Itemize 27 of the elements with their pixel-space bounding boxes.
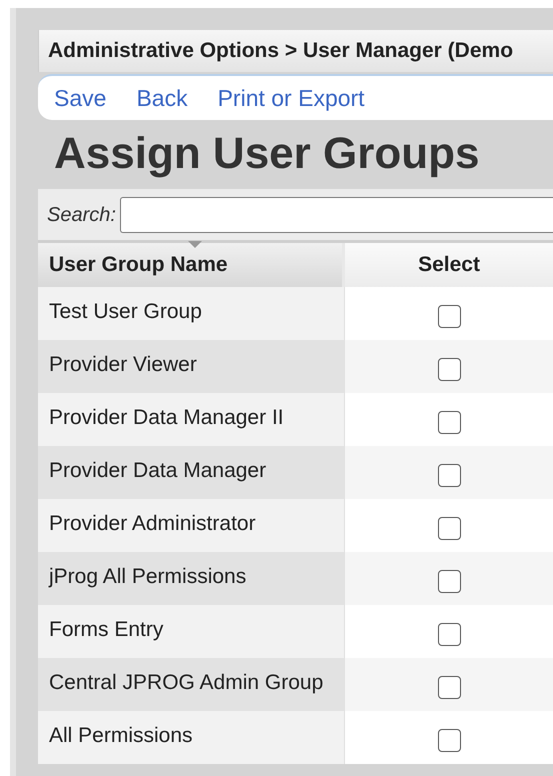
- table-cell: All Permissions: [38, 711, 345, 764]
- checkbox[interactable]: [438, 411, 460, 434]
- table-cell: Provider Administrator: [38, 499, 345, 552]
- toolbar-link[interactable]: Back: [136, 80, 188, 116]
- column-header[interactable]: User Group Name: [38, 243, 345, 287]
- checkbox[interactable]: [438, 570, 460, 593]
- table-cell: jProg All Permissions: [38, 552, 345, 605]
- column-header[interactable]: Select: [345, 243, 553, 287]
- toolbar-link[interactable]: Print or Export: [218, 80, 365, 116]
- search-field[interactable]: [120, 196, 553, 232]
- table-cell: Forms Entry: [38, 605, 345, 658]
- checkbox[interactable]: [438, 623, 460, 646]
- breadcrumb-text: Administrative Options > User Manager (Demo: [48, 38, 514, 64]
- checkbox[interactable]: [438, 358, 460, 381]
- table-cell: Test User Group: [38, 287, 345, 340]
- checkbox[interactable]: [438, 676, 460, 699]
- checkbox[interactable]: [438, 517, 460, 540]
- checkbox[interactable]: [438, 464, 460, 487]
- toolbar-link[interactable]: Save: [54, 80, 106, 116]
- checkbox[interactable]: [438, 305, 460, 328]
- table-cell: Provider Viewer: [38, 340, 345, 393]
- checkbox[interactable]: [438, 729, 460, 752]
- page-title: Assign User Groups: [54, 129, 480, 180]
- table-cell: Provider Data Manager II: [38, 393, 345, 446]
- table-cell: Provider Data Manager: [38, 446, 345, 499]
- search-label: Search:: [47, 202, 116, 228]
- table-cell: Central JPROG Admin Group: [38, 658, 345, 711]
